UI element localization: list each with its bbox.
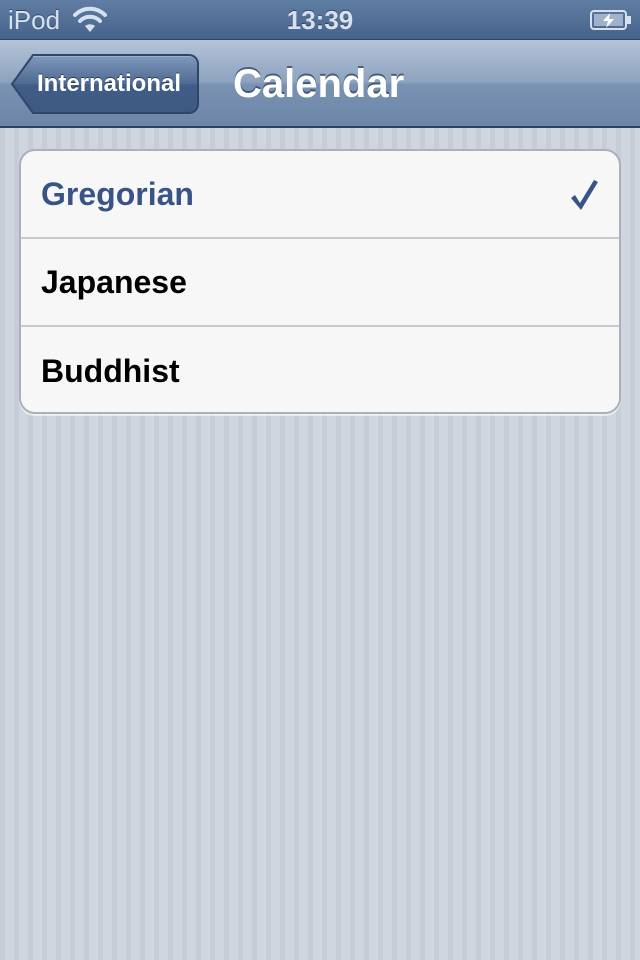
page-title: Calendar — [233, 62, 405, 106]
back-button-label: International — [33, 54, 200, 114]
list-item-japanese[interactable]: Japanese — [21, 239, 619, 327]
status-time: 13:39 — [286, 5, 354, 35]
list-item-label: Gregorian — [41, 175, 194, 212]
calendar-options-list: Gregorian Japanese Buddhist — [19, 149, 621, 414]
navigation-bar: International Calendar — [0, 40, 640, 128]
list-item-buddhist[interactable]: Buddhist — [21, 327, 619, 412]
checkmark-icon — [571, 180, 598, 210]
list-item-label: Japanese — [41, 263, 187, 300]
list-item-gregorian[interactable]: Gregorian — [21, 151, 619, 239]
back-button[interactable]: International — [10, 54, 200, 114]
battery-charging-icon — [590, 10, 631, 30]
back-arrow-shape — [10, 54, 34, 114]
list-item-label: Buddhist — [41, 352, 180, 389]
status-bar: iPod 13:39 — [0, 0, 640, 40]
